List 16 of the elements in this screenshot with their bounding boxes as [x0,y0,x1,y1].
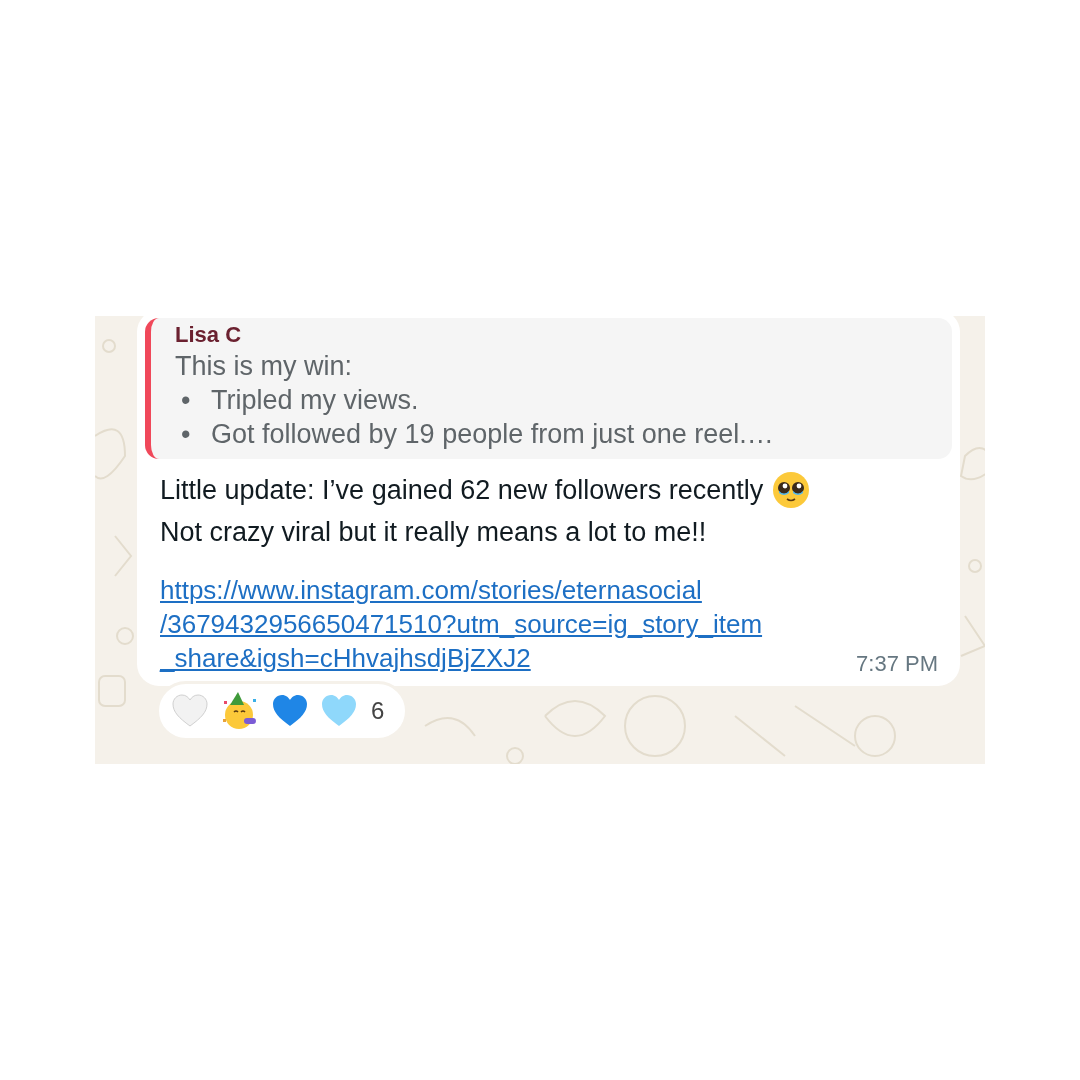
sender-name: Lisa C [175,321,243,349]
reaction-count: 6 [371,696,385,726]
message-text: Not crazy viral but it really means a lot to me!! [160,516,707,549]
message-text: Little update: I’ve gained 62 new followers recently [160,474,764,507]
quoted-text: Tripled my views. [211,384,419,417]
bullet: • [180,418,192,451]
message-time: 7:37 PM [856,650,938,678]
bullet: • [180,384,192,417]
heart-icon [271,694,309,728]
heart-icon [171,694,209,728]
story-link[interactable]: https://www.instagram.com/stories/eternasocial /3679432956650471510?utm_source=ig_story_item _share&igsh=cHhvajhsdjBjZXJ2 [160,575,763,674]
quoted-text: This is my win: [175,350,354,383]
quoted-text: Got followed by 19 people from just one reel.… [211,418,774,451]
reactions-pill[interactable]: 6 [156,681,408,741]
pleading-face-icon [771,470,812,510]
heart-icon [320,694,358,728]
